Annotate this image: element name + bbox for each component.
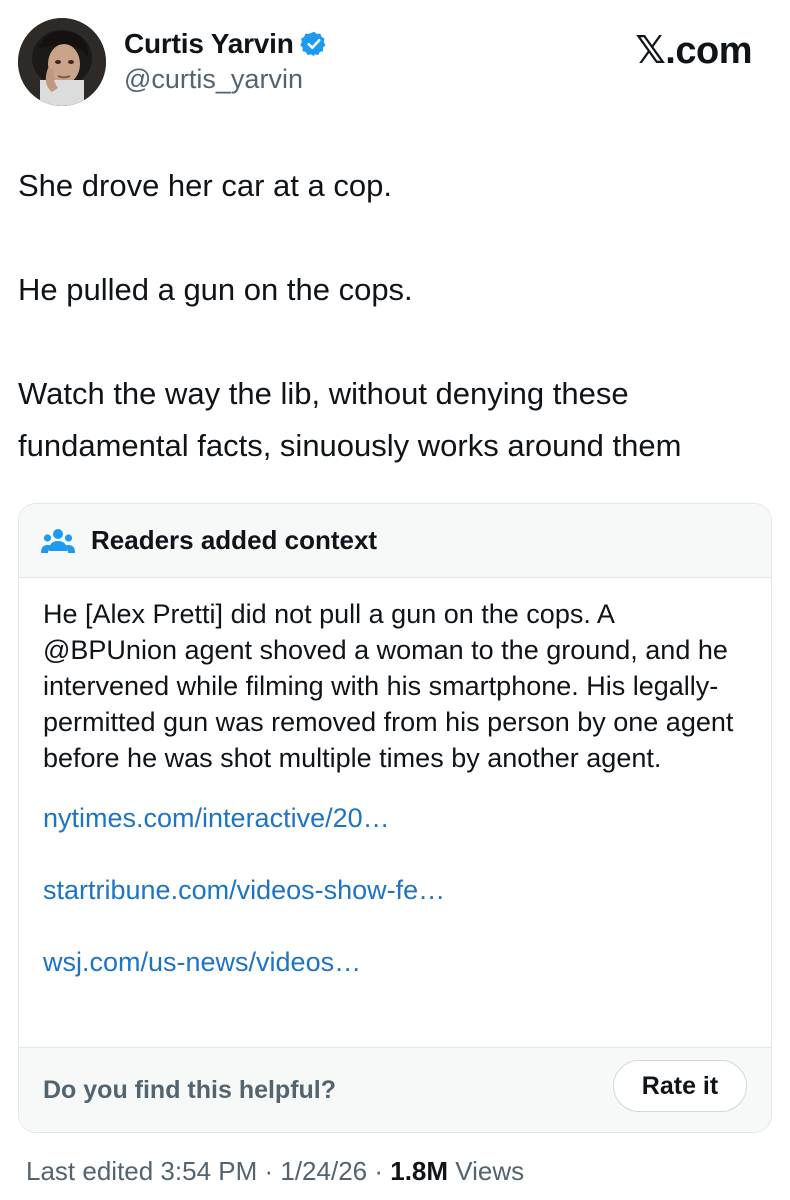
author-handle[interactable]: @curtis_yarvin bbox=[124, 64, 328, 95]
source-link[interactable]: nytimes.com/interactive/20… bbox=[43, 798, 771, 870]
source-link[interactable]: startribune.com/videos-show-fe… bbox=[43, 870, 771, 942]
rate-it-button[interactable]: Rate it bbox=[613, 1060, 747, 1112]
edited-timestamp[interactable]: Last edited 3:54 PM · 1/24/26 bbox=[26, 1156, 367, 1186]
views-count[interactable]: 1.8M bbox=[390, 1156, 448, 1186]
people-icon bbox=[41, 527, 75, 555]
community-note: Readers added context He [Alex Pretti] d… bbox=[18, 503, 772, 1133]
community-note-footer: Do you find this helpful? Rate it bbox=[19, 1047, 771, 1132]
tweet-paragraph: She drove her car at a cop. bbox=[18, 168, 392, 203]
tweet-text: She drove her car at a cop. He pulled a … bbox=[18, 160, 770, 472]
x-logo: 𝕏.com bbox=[635, 30, 752, 72]
tweet-header: Curtis Yarvin @curtis_yarvin 𝕏.com bbox=[18, 18, 770, 110]
author-name[interactable]: Curtis Yarvin bbox=[124, 28, 294, 60]
community-note-links: nytimes.com/interactive/20… startribune.… bbox=[19, 798, 771, 1014]
meta-separator: · bbox=[367, 1156, 391, 1186]
tweet-paragraph: He pulled a gun on the cops. bbox=[18, 272, 413, 307]
views-label: Views bbox=[448, 1156, 525, 1186]
tweet-meta: Last edited 3:54 PM · 1/24/26 · 1.8M Vie… bbox=[26, 1156, 524, 1187]
community-note-title: Readers added context bbox=[91, 525, 378, 555]
author-info: Curtis Yarvin @curtis_yarvin bbox=[124, 26, 328, 95]
avatar[interactable] bbox=[18, 18, 106, 106]
community-note-body: He [Alex Pretti] did not pull a gun on t… bbox=[43, 599, 734, 773]
avatar-image bbox=[18, 18, 106, 106]
tweet-paragraph: Watch the way the lib, without denying t… bbox=[18, 376, 682, 463]
source-link[interactable]: wsj.com/us-news/videos… bbox=[43, 942, 771, 1014]
community-note-header: Readers added context bbox=[19, 504, 771, 578]
helpful-question: Do you find this helpful? bbox=[43, 1076, 337, 1104]
verified-badge-icon bbox=[299, 30, 328, 58]
author-name-row: Curtis Yarvin bbox=[124, 26, 328, 62]
